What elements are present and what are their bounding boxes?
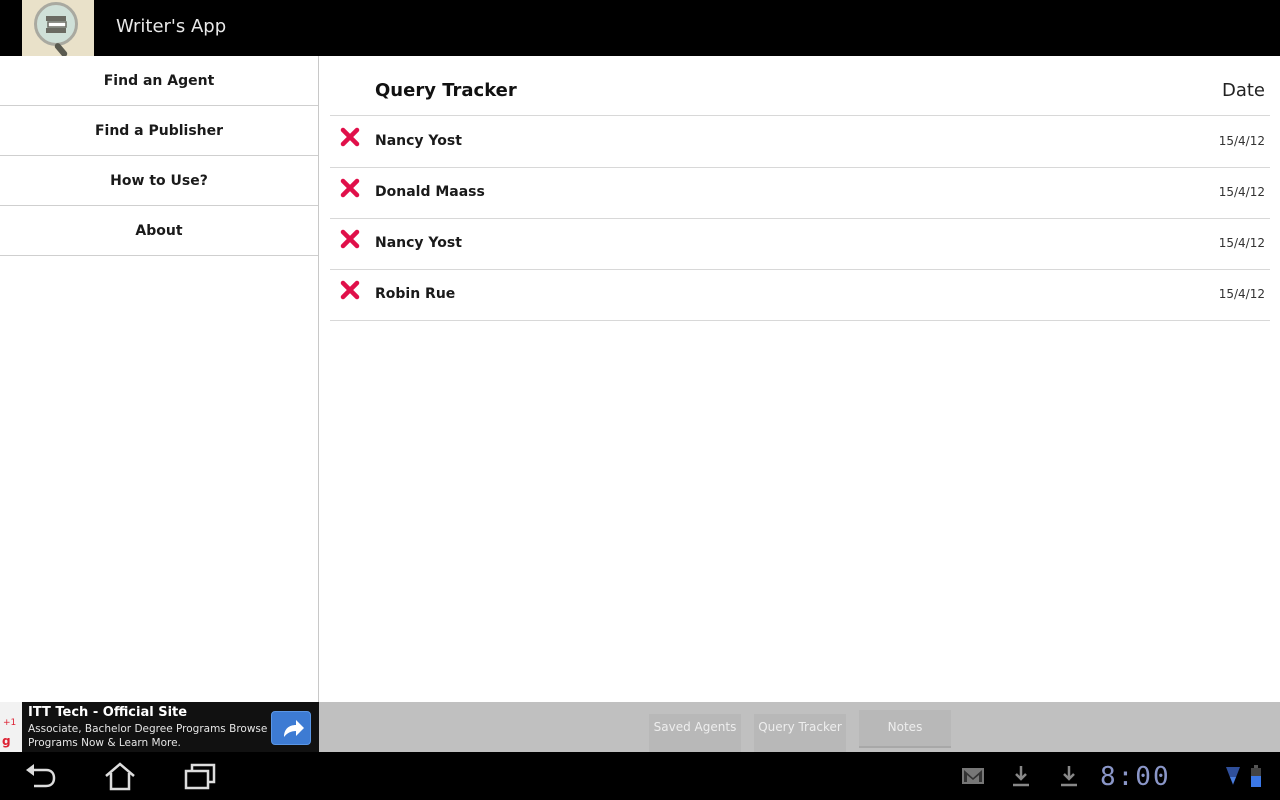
query-date: 15/4/12 xyxy=(1218,134,1265,148)
sidebar-item-find-agent[interactable]: Find an Agent xyxy=(0,56,318,106)
sidebar-item-about[interactable]: About xyxy=(0,206,318,256)
list-item[interactable]: Donald Maass 15/4/12 xyxy=(330,168,1270,219)
delete-x-icon[interactable] xyxy=(340,127,360,147)
list-item[interactable]: Nancy Yost 15/4/12 xyxy=(330,117,1270,168)
ad-text: Associate, Bachelor Degree Programs Brow… xyxy=(28,723,268,749)
query-date: 15/4/12 xyxy=(1218,287,1265,301)
system-bar: 8:00 xyxy=(0,752,1280,800)
tab-query-tracker[interactable]: Query Tracker xyxy=(754,714,846,752)
list-item[interactable]: Robin Rue 15/4/12 xyxy=(330,270,1270,321)
query-date: 15/4/12 xyxy=(1218,236,1265,250)
sidebar-item-find-publisher[interactable]: Find a Publisher xyxy=(0,106,318,156)
battery-icon xyxy=(1251,765,1261,787)
app-title: Writer's App xyxy=(116,16,227,37)
ad-open-button[interactable] xyxy=(271,711,311,745)
list-item[interactable]: Nancy Yost 15/4/12 xyxy=(330,219,1270,270)
query-date: 15/4/12 xyxy=(1218,185,1265,199)
recent-apps-icon[interactable] xyxy=(182,760,218,792)
query-tracker-panel: Query Tracker Date Nancy Yost 15/4/12 Do… xyxy=(320,56,1280,702)
back-icon[interactable] xyxy=(22,760,58,792)
delete-x-icon[interactable] xyxy=(340,280,360,300)
google-g-icon: g xyxy=(2,734,11,748)
page-title: Query Tracker xyxy=(375,80,517,101)
agent-name: Nancy Yost xyxy=(375,133,462,149)
tab-saved-agents[interactable]: Saved Agents xyxy=(649,714,741,752)
books-icon xyxy=(46,16,67,33)
title-bar: Writer's App xyxy=(0,0,1280,56)
ad-title[interactable]: ITT Tech - Official Site xyxy=(28,705,187,720)
bottom-tab-bar: Saved Agents Query Tracker Notes xyxy=(319,702,1280,752)
clock: 8:00 xyxy=(1100,762,1171,792)
download-icon[interactable] xyxy=(1010,764,1032,788)
agent-name: Nancy Yost xyxy=(375,235,462,251)
date-column-header: Date xyxy=(1221,80,1265,101)
agent-name: Donald Maass xyxy=(375,184,485,200)
tracker-list: Nancy Yost 15/4/12 Donald Maass 15/4/12 … xyxy=(330,117,1270,321)
google-plus-one-button[interactable]: +1 g xyxy=(0,702,22,752)
gmail-icon[interactable] xyxy=(960,764,986,788)
plus-one-label: +1 xyxy=(3,718,17,728)
download-icon[interactable] xyxy=(1058,764,1080,788)
ad-banner[interactable]: +1 g ITT Tech - Official Site Associate,… xyxy=(0,702,319,752)
share-arrow-icon xyxy=(284,720,304,737)
delete-x-icon[interactable] xyxy=(340,178,360,198)
sidebar: Find an Agent Find a Publisher How to Us… xyxy=(0,56,319,702)
home-icon[interactable] xyxy=(102,760,138,792)
sidebar-item-how-to-use[interactable]: How to Use? xyxy=(0,156,318,206)
app-logo-icon[interactable] xyxy=(22,0,94,56)
wifi-icon xyxy=(1226,767,1240,785)
tracker-header: Query Tracker Date xyxy=(330,66,1270,116)
delete-x-icon[interactable] xyxy=(340,229,360,249)
agent-name: Robin Rue xyxy=(375,286,456,302)
tab-notes[interactable]: Notes xyxy=(859,710,951,748)
